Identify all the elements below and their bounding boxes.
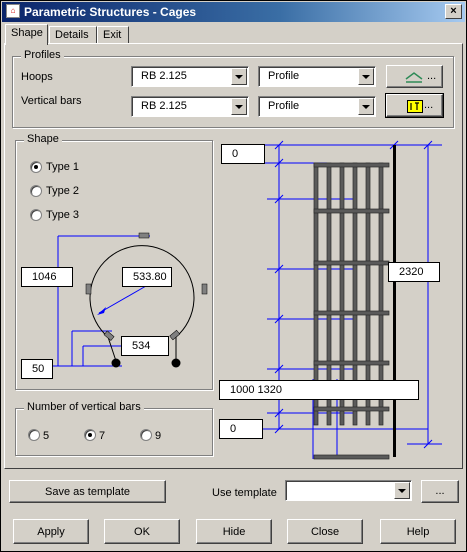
bars-5-label[interactable]: 5 (43, 430, 49, 442)
cage-height-field[interactable]: 1046 (21, 267, 73, 287)
leg-gap-field[interactable]: 534 (121, 336, 169, 356)
tab-exit[interactable]: Exit (97, 26, 129, 44)
bottom-offset-field[interactable]: 0 (219, 419, 263, 439)
hoop-spacing-field[interactable]: 1000 1320 (219, 380, 419, 400)
hide-button[interactable]: Hide (196, 519, 272, 544)
hoops-type-select[interactable]: Profile (258, 66, 376, 87)
hoop-section-drawing (52, 232, 208, 368)
dialog-window: ⌂ Parametric Structures - Cages × Shape … (0, 0, 467, 552)
bars-7-radio[interactable] (84, 429, 96, 441)
offset-field[interactable]: 50 (21, 359, 53, 379)
use-template-label: Use template (212, 487, 277, 499)
app-icon: ⌂ (6, 4, 20, 18)
tab-shape[interactable]: Shape (5, 24, 48, 45)
apply-button[interactable]: Apply (13, 519, 89, 544)
bars-9-label[interactable]: 9 (155, 430, 161, 442)
tab-panel-shape: Profiles Hoops RB 2.125 Profile ... Vert… (4, 43, 463, 469)
vertical-bars-profile-browse-button[interactable]: ... (385, 93, 444, 118)
tab-details[interactable]: Details (49, 26, 97, 44)
vertical-bars-count-group: Number of vertical bars 5 7 9 (15, 401, 213, 456)
cage-elevation-drawing (262, 140, 442, 460)
bars-5-radio[interactable] (28, 429, 40, 441)
profiles-group: Profiles Hoops RB 2.125 Profile ... Vert… (12, 49, 454, 128)
ok-button[interactable]: OK (104, 519, 180, 544)
shape-group: Shape Type 1 Type 2 Type 3 1046 533.80 5… (15, 133, 213, 390)
hoops-size-value: RB 2.125 (141, 70, 187, 82)
hoops-size-select[interactable]: RB 2.125 (131, 66, 249, 87)
use-template-select[interactable] (285, 480, 412, 501)
bar-profile-icon (407, 100, 423, 113)
close-button[interactable]: Close (287, 519, 363, 544)
vertical-bars-size-select[interactable]: RB 2.125 (131, 96, 249, 117)
cage-total-height-field[interactable]: 2320 (388, 262, 440, 282)
vertical-bars-browse-label: ... (424, 99, 434, 111)
chevron-down-icon[interactable] (231, 98, 247, 115)
save-as-template-button[interactable]: Save as template (9, 480, 166, 503)
chevron-down-icon[interactable] (358, 98, 374, 115)
chevron-down-icon[interactable] (394, 482, 410, 499)
hoop-profile-icon (405, 72, 423, 83)
vertical-bars-type-select[interactable]: Profile (258, 96, 376, 117)
radius-field[interactable]: 533.80 (122, 267, 172, 287)
hoops-profile-browse-button[interactable]: ... (386, 65, 443, 88)
hoops-browse-label: ... (427, 70, 437, 82)
bars-9-radio[interactable] (140, 429, 152, 441)
close-window-button[interactable]: × (445, 4, 462, 19)
bars-7-label[interactable]: 7 (99, 430, 105, 442)
vertical-bars-label: Vertical bars (21, 95, 82, 107)
chevron-down-icon[interactable] (358, 68, 374, 85)
vertical-bars-size-value: RB 2.125 (141, 100, 187, 112)
profiles-group-title: Profiles (21, 49, 64, 61)
hoops-type-value: Profile (268, 70, 300, 82)
vertical-bars-type-value: Profile (268, 100, 300, 112)
template-browse-button[interactable]: ... (421, 480, 459, 503)
window-title: Parametric Structures - Cages (24, 5, 197, 19)
top-offset-field[interactable]: 0 (221, 144, 265, 164)
hoops-label: Hoops (21, 71, 53, 83)
vertical-bars-count-title: Number of vertical bars (24, 401, 144, 413)
title-bar[interactable]: ⌂ Parametric Structures - Cages × (2, 2, 465, 22)
chevron-down-icon[interactable] (231, 68, 247, 85)
help-button[interactable]: Help (380, 519, 456, 544)
